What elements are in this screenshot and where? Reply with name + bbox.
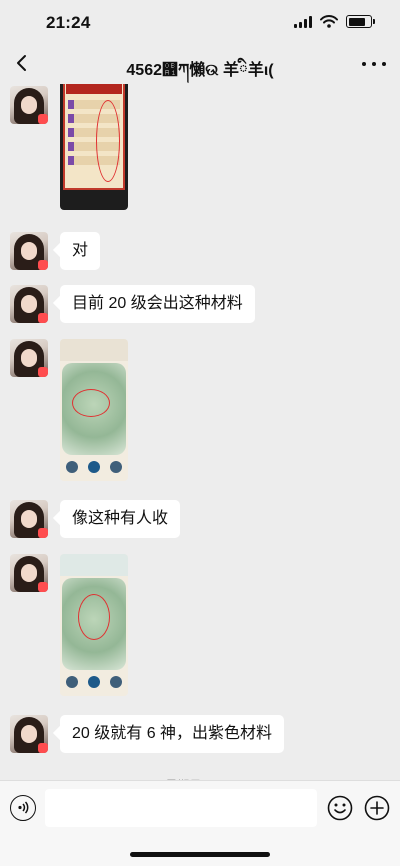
status-icons: [294, 15, 375, 28]
more-icon: [362, 62, 366, 66]
more-button[interactable]: [362, 54, 386, 74]
voice-button[interactable]: [10, 795, 36, 821]
home-indicator[interactable]: [130, 852, 270, 857]
plus-icon: [364, 795, 390, 821]
chat-area[interactable]: 对 目前 20 级会出这种材料 像这种有人收 20 级就有 6 神，出紫色材料: [0, 84, 400, 780]
message-bubble[interactable]: 20 级就有 6 神，出紫色材料: [60, 715, 285, 753]
avatar[interactable]: [10, 232, 48, 270]
battery-icon: [346, 15, 375, 28]
nav-bar: 4562஡ཀ懶ଉ 羊ི羊ι(: [0, 44, 400, 84]
message-bubble[interactable]: 像这种有人收: [60, 500, 181, 538]
avatar[interactable]: [10, 86, 48, 124]
status-time: 21:24: [46, 13, 91, 32]
signal-icon: [294, 15, 312, 28]
message-input[interactable]: [45, 789, 317, 827]
image-message[interactable]: [60, 554, 128, 696]
avatar[interactable]: [10, 339, 48, 377]
chevron-left-icon: [17, 55, 26, 71]
message-bubble[interactable]: 目前 20 级会出这种材料: [60, 285, 255, 323]
emoji-icon: [327, 795, 353, 821]
voice-icon: [18, 801, 29, 814]
image-message[interactable]: [60, 84, 128, 210]
back-button[interactable]: [8, 48, 38, 78]
avatar[interactable]: [10, 715, 48, 753]
emoji-button[interactable]: [327, 795, 353, 821]
wifi-icon: [320, 15, 338, 28]
avatar[interactable]: [10, 285, 48, 323]
avatar[interactable]: [10, 554, 48, 592]
image-message[interactable]: [60, 339, 128, 481]
avatar[interactable]: [10, 500, 48, 538]
plus-button[interactable]: [364, 795, 390, 821]
status-bar: 21:24: [0, 0, 400, 44]
message-bubble[interactable]: 对: [60, 232, 101, 270]
